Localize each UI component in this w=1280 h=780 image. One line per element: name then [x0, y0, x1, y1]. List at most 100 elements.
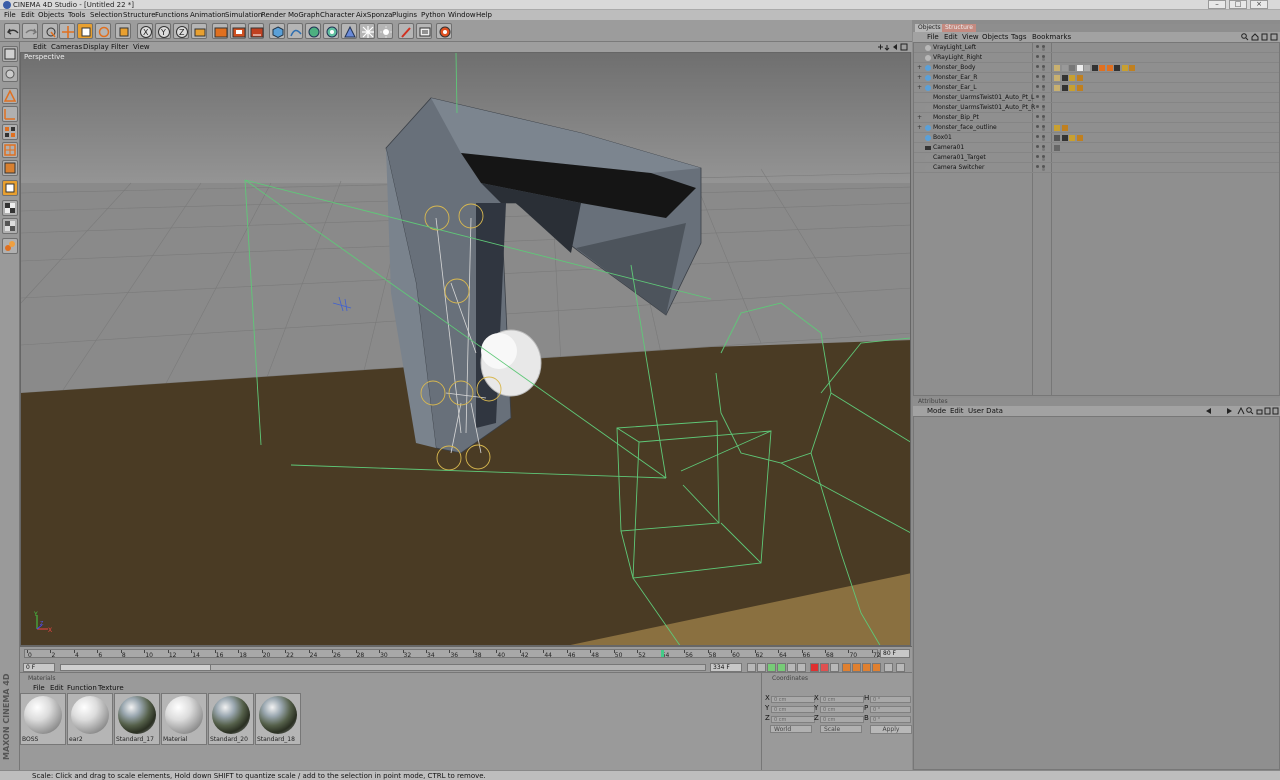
material-swatch[interactable]: Material [161, 693, 207, 745]
expand-toggle-icon[interactable] [917, 105, 923, 111]
expand-toggle-icon[interactable] [917, 145, 923, 151]
object-menu-view[interactable]: View [962, 33, 979, 41]
x-axis-icon[interactable]: X [137, 23, 153, 39]
nurbs-icon[interactable] [305, 23, 321, 39]
object-tag-icon[interactable] [1054, 85, 1060, 91]
object-menu-objects[interactable]: Objects [982, 33, 1008, 41]
timeline-ruler[interactable]: 0 2 4 6 8 10 12 14 16 18 20 22 24 26 28 30 32 34 36 38 40 42 4… [24, 649, 881, 659]
object-tag-icon[interactable] [1054, 145, 1060, 151]
spline-pen-icon[interactable] [287, 23, 303, 39]
record-keys-icon[interactable] [810, 663, 819, 672]
menu-edit[interactable]: Edit [21, 11, 35, 19]
goto-start-icon[interactable] [747, 663, 756, 672]
object-row[interactable]: + Monster_face_outline [914, 123, 1279, 133]
object-tag-icon[interactable] [1054, 135, 1060, 141]
deformer-icon[interactable] [341, 23, 357, 39]
object-tag-icon[interactable] [1069, 85, 1075, 91]
size-x-field[interactable]: 0 cm [820, 696, 864, 703]
object-tag-icon[interactable] [1091, 65, 1098, 71]
axis-mode-icon[interactable] [2, 160, 18, 176]
object-menu-tags[interactable]: Tags [1011, 33, 1027, 41]
material-menu-function[interactable]: Function [67, 684, 97, 692]
object-row[interactable]: + Monster_Ear_R [914, 73, 1279, 83]
visibility-dots-icon[interactable] [1036, 165, 1046, 171]
edges-mode-icon[interactable] [2, 106, 18, 122]
menu-plugins[interactable]: Plugins [392, 11, 417, 19]
visibility-dots-icon[interactable] [1036, 125, 1046, 131]
sculpt-icon[interactable] [2, 238, 18, 254]
rot-p-field[interactable]: 0 ° [870, 706, 911, 713]
coord-system-select[interactable]: World [770, 725, 812, 733]
menu-functions[interactable]: Functions [155, 11, 188, 19]
object-tag-icon[interactable] [1076, 65, 1083, 71]
object-tag-icon[interactable] [1076, 75, 1083, 81]
python-icon[interactable] [436, 23, 452, 39]
object-tag-icon[interactable] [1069, 135, 1075, 141]
snap-icon[interactable] [2, 200, 18, 216]
render-settings-icon[interactable] [248, 23, 264, 39]
object-tag-icon[interactable] [1061, 135, 1068, 141]
menu-simulation[interactable]: Simulation [225, 11, 262, 19]
size-mode-select[interactable]: Scale [820, 725, 862, 733]
rotation-key-icon[interactable] [862, 663, 871, 672]
rot-b-field[interactable]: 0 ° [870, 716, 911, 723]
material-menu-edit[interactable]: Edit [50, 684, 64, 692]
attr-menu-mode[interactable]: Mode [927, 407, 946, 415]
object-tag-icon[interactable] [1061, 85, 1068, 91]
visibility-dots-icon[interactable] [1036, 55, 1046, 61]
viewport-menu-display[interactable]: Display [83, 43, 109, 51]
menu-mograph[interactable]: MoGraph [288, 11, 320, 19]
menu-python[interactable]: Python [421, 11, 445, 19]
attr-menu-user-data[interactable]: User Data [968, 407, 1003, 415]
menu-selection[interactable]: Selection [90, 11, 122, 19]
object-tag-icon[interactable] [1061, 75, 1068, 81]
object-tag-icon[interactable] [1099, 65, 1105, 71]
goto-end-icon[interactable] [797, 663, 806, 672]
object-tag-icon[interactable] [1061, 125, 1068, 131]
param-key-icon[interactable] [872, 663, 881, 672]
expand-toggle-icon[interactable]: + [917, 125, 923, 131]
visibility-dots-icon[interactable] [1036, 95, 1046, 101]
expand-toggle-icon[interactable]: + [917, 85, 923, 91]
object-row[interactable]: Camera01 [914, 143, 1279, 153]
visibility-dots-icon[interactable] [1036, 85, 1046, 91]
visibility-dots-icon[interactable] [1036, 75, 1046, 81]
cube-icon[interactable] [269, 23, 285, 39]
menu-objects[interactable]: Objects [38, 11, 64, 19]
material-swatch[interactable]: ear2 [67, 693, 113, 745]
z-axis-icon[interactable]: Z [173, 23, 189, 39]
expand-toggle-icon[interactable] [917, 135, 923, 141]
y-axis-icon[interactable]: Y [155, 23, 171, 39]
material-swatch[interactable]: Standard_17 [114, 693, 160, 745]
material-swatch[interactable]: Standard_18 [255, 693, 301, 745]
autokey-icon[interactable] [820, 663, 829, 672]
position-key-icon[interactable] [842, 663, 851, 672]
array-icon[interactable] [323, 23, 339, 39]
material-menu-texture[interactable]: Texture [98, 684, 124, 692]
expand-toggle-icon[interactable]: + [917, 75, 923, 81]
object-tag-icon[interactable] [1076, 85, 1083, 91]
object-menu-bookmarks[interactable]: Bookmarks [1032, 33, 1071, 41]
object-mode-icon[interactable] [115, 23, 131, 39]
object-tag-icon[interactable] [1054, 65, 1060, 71]
apply-button[interactable]: Apply [870, 725, 912, 734]
object-tag-icon[interactable] [1069, 75, 1075, 81]
object-tag-icon[interactable] [1076, 135, 1083, 141]
object-row[interactable]: Monster_UarmsTwist01_Auto_Pt_R [914, 103, 1279, 113]
object-menu-file[interactable]: File [927, 33, 939, 41]
light-icon[interactable] [377, 23, 393, 39]
attribute-nav-icons[interactable] [1205, 407, 1279, 415]
visibility-dots-icon[interactable] [1036, 115, 1046, 121]
scale-key-icon[interactable] [852, 663, 861, 672]
visibility-dots-icon[interactable] [1036, 105, 1046, 111]
material-swatch[interactable]: Standard_20 [208, 693, 254, 745]
play-backward-icon[interactable] [767, 663, 776, 672]
minimize-button[interactable]: – [1208, 0, 1226, 9]
scene-icon[interactable] [359, 23, 375, 39]
max-frame-field[interactable]: 334 F [710, 663, 742, 672]
expand-toggle-icon[interactable] [917, 55, 923, 61]
viewport-menu-view[interactable]: View [133, 43, 150, 51]
object-tag-icon[interactable] [1054, 125, 1060, 131]
expand-toggle-icon[interactable]: + [917, 115, 923, 121]
live-select-icon[interactable] [42, 23, 58, 39]
